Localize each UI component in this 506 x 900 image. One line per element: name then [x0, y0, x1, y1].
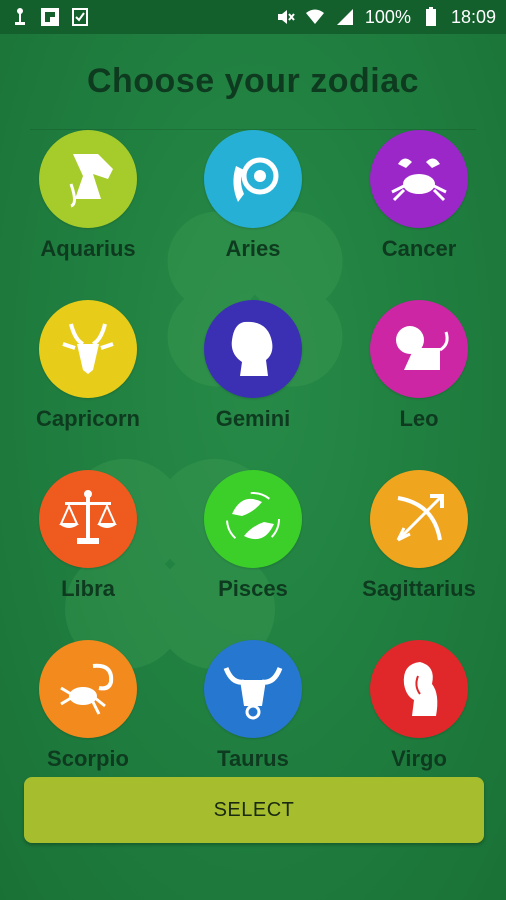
zodiac-circle[interactable]	[370, 640, 468, 738]
zodiac-circle[interactable]	[39, 640, 137, 738]
zodiac-item-taurus[interactable]: Taurus	[169, 640, 337, 800]
zodiac-label: Aries	[225, 236, 281, 261]
zodiac-circle[interactable]	[370, 130, 468, 228]
cancer-icon	[391, 158, 447, 202]
zodiac-item-pisces[interactable]: Pisces	[169, 470, 337, 630]
zodiac-label: Libra	[61, 576, 115, 601]
zodiac-label: Capricorn	[36, 406, 140, 431]
pisces-icon	[226, 492, 280, 546]
page-title: Choose your zodiac	[86, 62, 420, 100]
zodiac-label: Gemini	[215, 406, 291, 431]
zodiac-label: Virgo	[391, 746, 447, 771]
select-button[interactable]: SELECT	[24, 777, 484, 843]
zodiac-item-gemini[interactable]: Gemini	[169, 300, 337, 460]
gemini-icon	[231, 321, 273, 376]
zodiac-circle[interactable]	[370, 470, 468, 568]
zodiac-item-scorpio[interactable]: Scorpio	[4, 640, 172, 800]
status-bar-left	[10, 7, 90, 27]
battery-icon	[421, 7, 441, 27]
zodiac-label: Sagittarius	[362, 576, 476, 601]
zodiac-label: Scorpio	[47, 746, 129, 771]
zodiac-item-virgo[interactable]: Virgo	[335, 640, 503, 800]
zodiac-label: Cancer	[381, 236, 457, 261]
zodiac-label: Taurus	[217, 746, 289, 771]
status-bar-right: 100% 18:09	[275, 7, 496, 28]
zodiac-item-aquarius[interactable]: Aquarius	[4, 130, 172, 290]
leo-icon	[396, 326, 449, 370]
flipboard-icon	[40, 7, 60, 27]
zodiac-circle[interactable]	[39, 470, 137, 568]
zodiac-circle[interactable]	[39, 300, 137, 398]
sagittarius-icon	[396, 494, 444, 542]
battery-percent: 100%	[364, 6, 411, 27]
status-bar: 100% 18:09	[0, 0, 506, 34]
zodiac-circle[interactable]	[204, 470, 302, 568]
zodiac-item-leo[interactable]: Leo	[335, 300, 503, 460]
zodiac-circle[interactable]	[39, 130, 137, 228]
zodiac-label: Leo	[399, 406, 439, 431]
libra-icon	[59, 490, 117, 544]
mute-icon	[275, 7, 295, 27]
status-time: 18:09	[450, 6, 496, 27]
zodiac-circle[interactable]	[370, 300, 468, 398]
aquarius-icon	[69, 154, 113, 208]
aries-icon	[233, 157, 279, 202]
zodiac-circle[interactable]	[204, 130, 302, 228]
scorpio-icon	[60, 663, 114, 715]
zodiac-item-sagittarius[interactable]: Sagittarius	[335, 470, 503, 630]
clipboard-check-icon	[70, 7, 90, 27]
zodiac-item-cancer[interactable]: Cancer	[335, 130, 503, 290]
signal-icon	[335, 7, 355, 27]
taurus-icon	[223, 667, 283, 720]
wifi-icon	[305, 7, 325, 27]
zodiac-circle[interactable]	[204, 640, 302, 738]
zodiac-screen: Choose your zodiac Aquarius Aries Cancer…	[0, 34, 506, 900]
zodiac-item-aries[interactable]: Aries	[169, 130, 337, 290]
virgo-icon	[403, 662, 438, 716]
zodiac-label: Aquarius	[40, 236, 136, 261]
capricorn-icon	[62, 323, 114, 374]
zodiac-circle[interactable]	[204, 300, 302, 398]
usb-icon	[10, 7, 30, 27]
zodiac-item-capricorn[interactable]: Capricorn	[4, 300, 172, 460]
zodiac-label: Pisces	[218, 576, 288, 601]
zodiac-item-libra[interactable]: Libra	[4, 470, 172, 630]
